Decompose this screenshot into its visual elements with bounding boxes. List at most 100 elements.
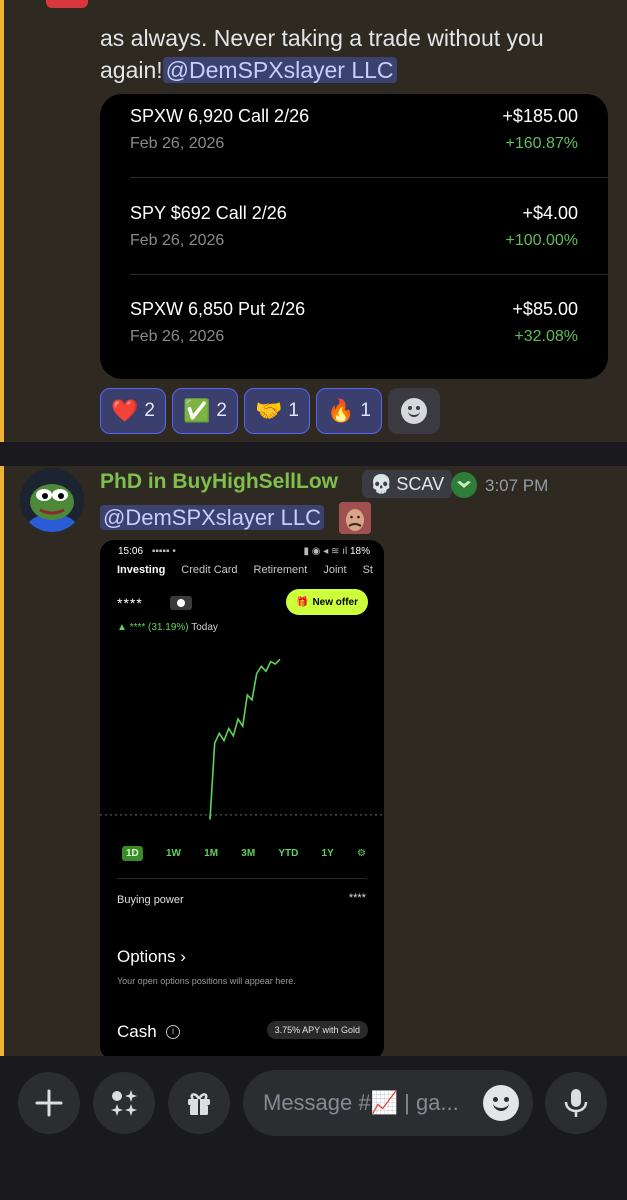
message-timestamp: 3:07 PM bbox=[485, 476, 549, 495]
tab-investing: Investing bbox=[117, 564, 166, 576]
status-bar: 15:06 ▪▪▪▪▪ • ▮ ◉ ◂ ≋ ıl 18% bbox=[118, 546, 370, 560]
range-ytd: YTD bbox=[278, 848, 299, 859]
apy-pill: 3.75% APY with Gold bbox=[266, 1021, 368, 1039]
server-tag-label: SCAV bbox=[396, 473, 445, 494]
smiley-icon bbox=[400, 398, 427, 424]
reaction-count: 1 bbox=[360, 400, 371, 421]
change-value: **** (31.19%) bbox=[129, 622, 189, 633]
add-reaction-button[interactable] bbox=[387, 388, 440, 434]
trade-row: SPXW 6,850 Put 2/26 Feb 26, 2026 +$85.00… bbox=[130, 287, 578, 379]
username[interactable]: PhD in BuyHighSellLow bbox=[100, 470, 338, 494]
user-mention[interactable]: @DemSPXslayer LLC bbox=[100, 505, 324, 530]
heart-icon: ❤️ bbox=[111, 398, 139, 423]
trade-date: Feb 26, 2026 bbox=[130, 135, 225, 152]
account-tabs: Investing Credit Card Retirement Joint S… bbox=[117, 564, 384, 576]
reaction-check[interactable]: ✅ 2 bbox=[171, 388, 238, 434]
message-composer: Message #📈 | ga... bbox=[0, 1056, 627, 1200]
notification-icons: ▪▪▪▪▪ • bbox=[151, 546, 176, 557]
message-gap bbox=[0, 442, 627, 466]
range-1m: 1M bbox=[204, 848, 219, 859]
settings-icon: ⚙ bbox=[356, 848, 366, 859]
reaction-count: 1 bbox=[288, 400, 299, 421]
attached-screenshot[interactable]: 15:06 ▪▪▪▪▪ • ▮ ◉ ◂ ≋ ıl 18% Investing C… bbox=[100, 540, 384, 1056]
voice-message-button[interactable] bbox=[545, 1072, 607, 1134]
chart-series-line bbox=[209, 658, 281, 820]
trade-amount: +$85.00 bbox=[512, 299, 578, 319]
add-attachment-button[interactable] bbox=[18, 1072, 80, 1134]
cash-title: Cash bbox=[117, 1022, 157, 1041]
daily-change: ▲ **** (31.19%) Today bbox=[117, 622, 218, 633]
message-input[interactable]: Message #📈 | ga... bbox=[243, 1070, 533, 1136]
trade-name: SPY $692 Call 2/26 bbox=[130, 203, 287, 223]
buying-power-label: Buying power bbox=[117, 894, 184, 906]
apps-button[interactable] bbox=[93, 1072, 155, 1134]
divider bbox=[130, 274, 608, 275]
trade-row: SPXW 6,920 Call 2/26 Feb 26, 2026 +$185.… bbox=[130, 94, 578, 190]
status-time: 15:06 bbox=[118, 546, 144, 557]
mention-badge bbox=[46, 0, 88, 8]
trade-summary-image[interactable]: SPXW 6,920 Call 2/26 Feb 26, 2026 +$185.… bbox=[100, 94, 608, 379]
tab-joint: Joint bbox=[323, 564, 347, 576]
up-arrow-icon: ▲ bbox=[117, 622, 127, 633]
tab-credit-card: Credit Card bbox=[181, 564, 238, 576]
range-1y: 1Y bbox=[321, 848, 334, 859]
info-icon: i bbox=[166, 1025, 180, 1039]
offer-label: New offer bbox=[312, 596, 358, 608]
reaction-fire[interactable]: 🔥 1 bbox=[315, 388, 382, 434]
divider bbox=[117, 878, 367, 879]
battery-level: 18% bbox=[349, 546, 370, 557]
gift-icon: 🎁 bbox=[295, 596, 309, 608]
trade-amount: +$185.00 bbox=[502, 106, 578, 126]
tab-more: St bbox=[362, 564, 373, 576]
check-mark-icon: ✅ bbox=[182, 398, 211, 423]
gift-icon bbox=[188, 1093, 210, 1115]
message-placeholder: Message #📈 | ga... bbox=[263, 1090, 459, 1115]
trade-amount: +$4.00 bbox=[522, 203, 578, 223]
handshake-icon: 🤝 bbox=[254, 398, 283, 423]
message-text: @DemSPXslayer LLC bbox=[100, 502, 324, 534]
gift-button[interactable] bbox=[168, 1072, 230, 1134]
reaction-handshake[interactable]: 🤝 1 bbox=[243, 388, 310, 434]
new-offer-pill: 🎁 New offer bbox=[285, 589, 368, 615]
range-3m: 3M bbox=[241, 848, 256, 859]
message-highlighted: as always. Never taking a trade without … bbox=[0, 0, 627, 442]
reaction-count: 2 bbox=[144, 400, 155, 421]
custom-emoji bbox=[339, 502, 371, 534]
options-title: Options › bbox=[117, 947, 186, 966]
balance-hidden: **** bbox=[117, 595, 143, 611]
reaction-heart[interactable]: ❤️ 2 bbox=[100, 388, 166, 434]
message-text: as always. Never taking a trade without … bbox=[100, 22, 610, 86]
plus-icon bbox=[35, 1089, 63, 1117]
user-mention[interactable]: @DemSPXslayer LLC bbox=[162, 57, 397, 83]
portfolio-chart bbox=[100, 658, 384, 820]
options-subtitle: Your open options positions will appear … bbox=[117, 976, 296, 986]
tab-retirement: Retirement bbox=[253, 564, 308, 576]
role-icon bbox=[451, 472, 477, 498]
range-selector: 1D 1W 1M 3M YTD 1Y ⚙ bbox=[122, 846, 366, 861]
avatar[interactable] bbox=[20, 468, 84, 532]
trade-row: SPY $692 Call 2/26 Feb 26, 2026 +$4.00 +… bbox=[130, 191, 578, 287]
range-1w: 1W bbox=[165, 848, 181, 859]
emoji-picker-button[interactable] bbox=[483, 1085, 519, 1121]
buying-power-value: **** bbox=[348, 892, 366, 904]
battery-indicator: ▮ ◉ ◂ ≋ ıl 18% bbox=[303, 546, 370, 557]
trade-date: Feb 26, 2026 bbox=[130, 232, 225, 249]
divider bbox=[130, 177, 608, 178]
trade-percent: +100.00% bbox=[505, 232, 578, 249]
reactions-bar: ❤️ 2 ✅ 2 🤝 1 🔥 1 bbox=[100, 388, 440, 436]
range-1d: 1D bbox=[122, 846, 143, 861]
trade-name: SPXW 6,850 Put 2/26 bbox=[130, 299, 306, 319]
microphone-icon bbox=[564, 1089, 588, 1117]
trade-name: SPXW 6,920 Call 2/26 bbox=[130, 106, 310, 126]
change-period: Today bbox=[191, 622, 218, 633]
trade-date: Feb 26, 2026 bbox=[130, 328, 225, 345]
apps-icon bbox=[111, 1090, 137, 1116]
trade-percent: +160.87% bbox=[505, 135, 578, 152]
server-tag[interactable]: 💀 SCAV bbox=[362, 470, 453, 498]
reaction-count: 2 bbox=[216, 400, 227, 421]
message-highlighted: PhD in BuyHighSellLow 💀 SCAV 3:07 PM @De… bbox=[0, 466, 627, 1056]
trade-percent: +32.08% bbox=[514, 328, 578, 345]
fire-icon: 🔥 bbox=[326, 398, 355, 423]
eye-icon bbox=[170, 596, 192, 610]
skull-icon: 💀 bbox=[370, 473, 393, 494]
